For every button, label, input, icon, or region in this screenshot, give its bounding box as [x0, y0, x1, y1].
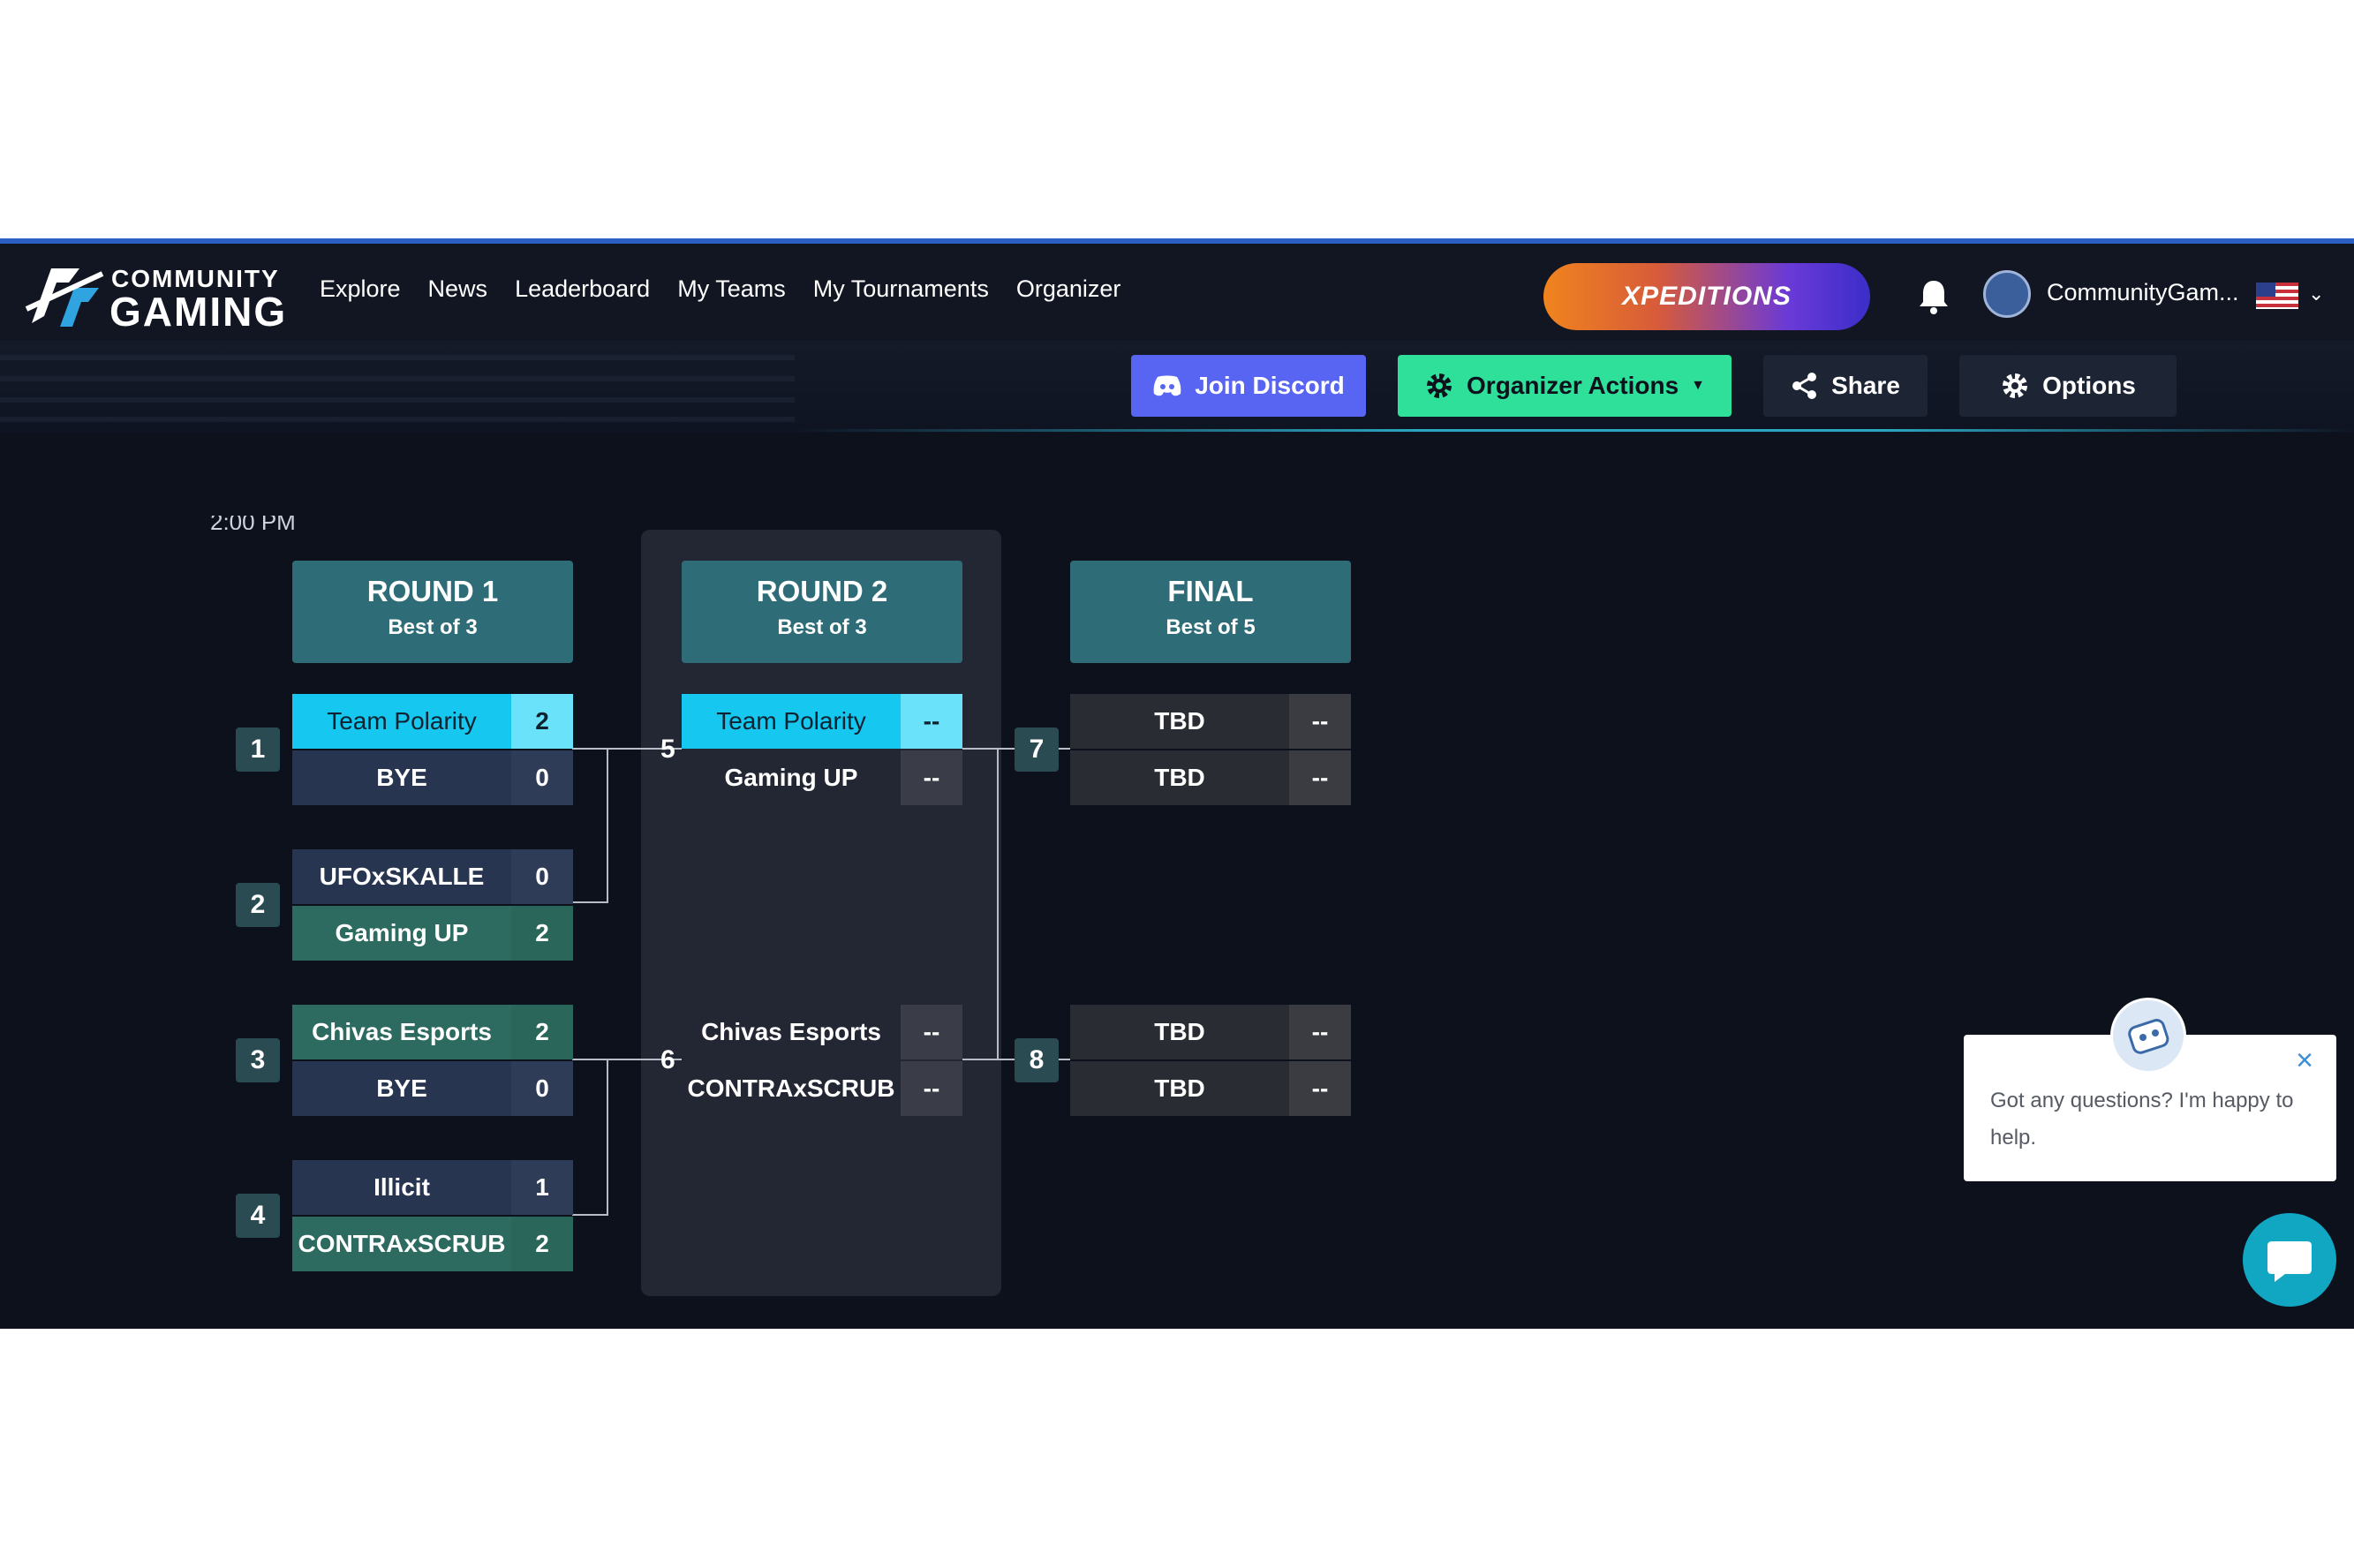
close-icon[interactable]: ×: [2290, 1045, 2319, 1075]
final-best-of: Best of 5: [1166, 615, 1256, 639]
match-3-team-1[interactable]: Chivas Esports 2: [292, 1005, 573, 1059]
team-score: 2: [511, 1005, 573, 1059]
team-name: Team Polarity: [682, 694, 901, 749]
match-number-3: 3: [236, 1038, 280, 1082]
team-name: Chivas Esports: [682, 1005, 901, 1059]
round-2-header: ROUND 2 Best of 3: [682, 561, 962, 663]
match-5-team-1[interactable]: Team Polarity --: [682, 694, 962, 749]
match-7-team-2[interactable]: TBD --: [1070, 750, 1351, 805]
final-title: FINAL: [1167, 575, 1254, 607]
team-score: --: [901, 1005, 962, 1059]
match-1-team-1[interactable]: Team Polarity 2: [292, 694, 573, 749]
match-3-team-2[interactable]: BYE 0: [292, 1061, 573, 1116]
team-name: TBD: [1070, 1005, 1289, 1059]
team-name: BYE: [292, 750, 511, 805]
team-name: TBD: [1070, 750, 1289, 805]
match-4-team-2[interactable]: CONTRAxSCRUB 2: [292, 1217, 573, 1271]
team-score: 0: [511, 849, 573, 904]
team-score: --: [1289, 1061, 1351, 1116]
team-score: --: [901, 750, 962, 805]
team-score: 2: [511, 906, 573, 961]
match-6-team-2[interactable]: CONTRAxSCRUB --: [682, 1061, 962, 1116]
team-score: --: [901, 694, 962, 749]
robot-icon: [2128, 1019, 2169, 1054]
match-6-team-1[interactable]: Chivas Esports --: [682, 1005, 962, 1059]
team-name: TBD: [1070, 694, 1289, 749]
team-score: 0: [511, 750, 573, 805]
team-name: UFOxSKALLE: [292, 849, 511, 904]
team-name: CONTRAxSCRUB: [292, 1217, 511, 1271]
chat-icon: [2267, 1241, 2312, 1282]
match-2-team-2[interactable]: Gaming UP 2: [292, 906, 573, 961]
match-7-team-1[interactable]: TBD --: [1070, 694, 1351, 749]
round-2-title: ROUND 2: [756, 575, 888, 607]
team-score: --: [1289, 694, 1351, 749]
chat-bot-avatar: [2110, 998, 2186, 1074]
match-number-6: 6: [660, 1045, 675, 1074]
team-name: Chivas Esports: [292, 1005, 511, 1059]
match-8-team-2[interactable]: TBD --: [1070, 1061, 1351, 1116]
match-2-team-1[interactable]: UFOxSKALLE 0: [292, 849, 573, 904]
match-1-team-2[interactable]: BYE 0: [292, 750, 573, 805]
team-score: --: [1289, 750, 1351, 805]
team-score: --: [901, 1061, 962, 1116]
round-1-title: ROUND 1: [366, 575, 499, 607]
team-name: Team Polarity: [292, 694, 511, 749]
match-number-1: 1: [236, 727, 280, 772]
team-name: BYE: [292, 1061, 511, 1116]
match-number-5: 5: [660, 735, 675, 764]
team-score: 2: [511, 1217, 573, 1271]
match-number-4: 4: [236, 1194, 280, 1238]
team-name: TBD: [1070, 1061, 1289, 1116]
team-score: 0: [511, 1061, 573, 1116]
match-8-team-1[interactable]: TBD --: [1070, 1005, 1351, 1059]
match-5-team-2[interactable]: Gaming UP --: [682, 750, 962, 805]
round-1-header: ROUND 1 Best of 3: [292, 561, 573, 663]
team-name: Illicit: [292, 1160, 511, 1215]
match-number-8: 8: [1015, 1038, 1059, 1082]
team-name: CONTRAxSCRUB: [682, 1061, 901, 1116]
team-name: Gaming UP: [682, 750, 901, 805]
match-number-2: 2: [236, 883, 280, 927]
chat-launcher-button[interactable]: [2243, 1213, 2336, 1307]
team-score: 2: [511, 694, 573, 749]
round-1-best-of: Best of 3: [388, 615, 478, 639]
app-window: COMMUNITY GAMING Explore News Leaderboar…: [0, 238, 2354, 1329]
final-header: FINAL Best of 5: [1070, 561, 1351, 663]
round-2-best-of: Best of 3: [777, 615, 867, 639]
team-score: --: [1289, 1005, 1351, 1059]
match-number-7: 7: [1015, 727, 1059, 772]
chat-message: Got any questions? I'm happy to help.: [1990, 1089, 2294, 1150]
team-name: Gaming UP: [292, 906, 511, 961]
match-4-team-1[interactable]: Illicit 1: [292, 1160, 573, 1215]
team-score: 1: [511, 1160, 573, 1215]
